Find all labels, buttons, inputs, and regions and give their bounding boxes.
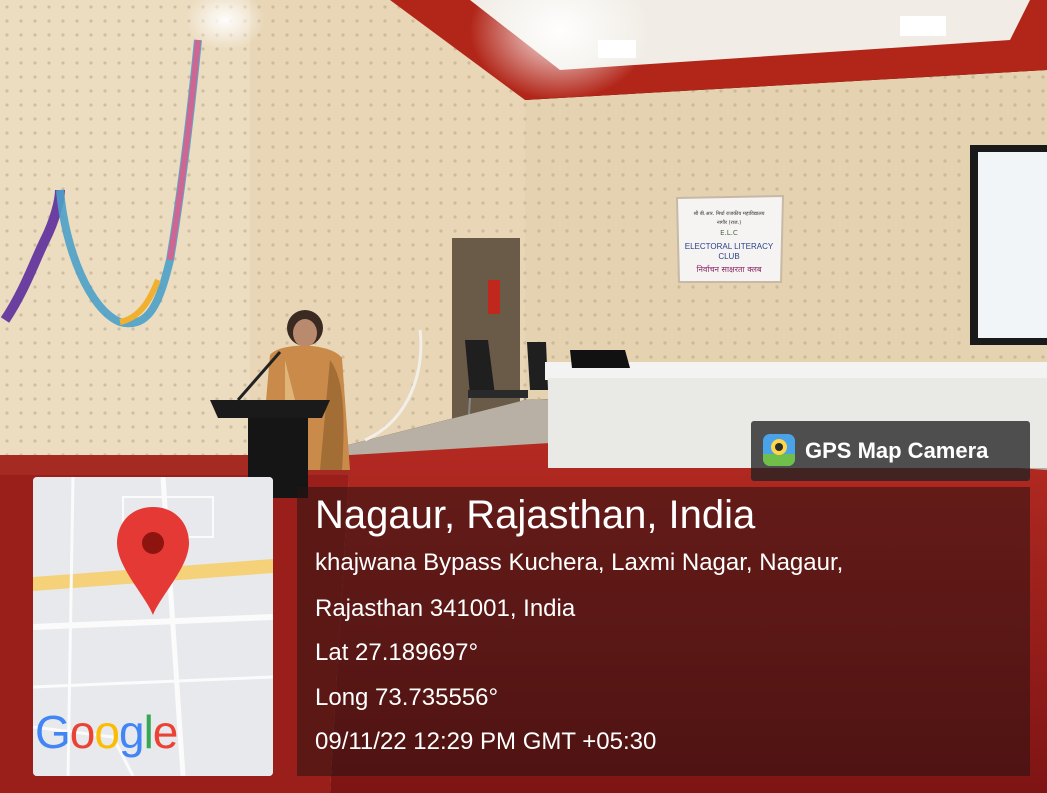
address-line-2: Rajasthan 341001, India: [315, 595, 576, 622]
map-pin-icon: [117, 507, 189, 615]
mini-map[interactable]: Google: [33, 477, 273, 776]
latitude: Lat 27.189697°: [315, 639, 479, 666]
svg-text:CLUB: CLUB: [718, 252, 739, 261]
longitude: Long 73.735556°: [315, 684, 499, 711]
address-line-1: khajwana Bypass Kuchera, Laxmi Nagar, Na…: [315, 549, 844, 576]
svg-text:श्री बी.आर. मिर्धा राजकीय महाव: श्री बी.आर. मिर्धा राजकीय महाविद्यालय: [693, 210, 764, 217]
svg-text:निर्वाचन साक्षरता क्लब: निर्वाचन साक्षरता क्लब: [696, 264, 762, 274]
location-info-panel: Nagaur, Rajasthan, India khajwana Bypass…: [297, 487, 1030, 776]
doorway: [452, 238, 520, 428]
photo-scene: श्री बी.आर. मिर्धा राजकीय महाविद्यालय ना…: [0, 0, 1047, 793]
fire-extinguisher: [488, 280, 500, 314]
camera-pin-icon: [763, 434, 795, 466]
podium-top: [210, 400, 330, 418]
location-title: Nagaur, Rajasthan, India: [315, 493, 756, 537]
ceiling-light: [900, 16, 946, 36]
bag: [570, 350, 630, 368]
gps-badge-label: GPS Map Camera: [805, 438, 989, 463]
svg-text:E.L.C: E.L.C: [720, 229, 738, 237]
svg-text:ELECTORAL LITERACY: ELECTORAL LITERACY: [685, 242, 774, 251]
chair: [527, 342, 548, 390]
timestamp: 09/11/22 12:29 PM GMT +05:30: [315, 728, 657, 755]
gps-map-camera-badge: GPS Map Camera: [751, 421, 1030, 481]
google-logo: Google: [35, 706, 178, 758]
svg-text:नागौर (राज.): नागौर (राज.): [717, 219, 741, 226]
